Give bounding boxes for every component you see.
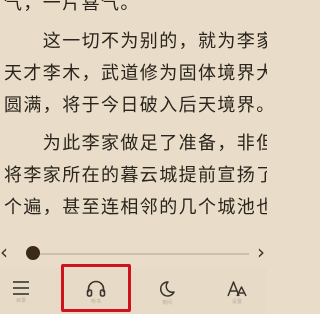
menu-icon xyxy=(13,281,29,295)
reader-content[interactable]: 气，一片喜气。 这一切不为别的，就为李家 天才李木，武道修为固体境界大 圆满，将… xyxy=(0,0,267,236)
bottom-toolbar: 目录 听书 夜间 设置 xyxy=(0,268,267,314)
headphones-icon xyxy=(86,280,106,297)
moon-icon xyxy=(159,281,175,297)
chevron-right-icon[interactable]: › xyxy=(257,242,265,262)
text-line: 气，一片喜气。 xyxy=(4,0,140,14)
night-mode-label: 夜间 xyxy=(161,300,172,306)
listen-button[interactable]: 听书 xyxy=(63,268,129,314)
catalog-button[interactable]: 目录 xyxy=(0,268,54,314)
text-line: 个遍，甚至连相邻的几个城池也 xyxy=(4,197,267,218)
progress-thumb[interactable] xyxy=(26,246,40,260)
text-line: 为此李家做足了准备，非但 xyxy=(4,133,267,154)
chapter-progress: ‹ › xyxy=(0,238,267,268)
text-line: 将李家所在的暮云城提前宣扬了 xyxy=(4,165,267,186)
text-line: 这一切不为别的，就为李家 xyxy=(4,31,267,52)
settings-label: 设置 xyxy=(231,299,242,305)
chevron-left-icon[interactable]: ‹ xyxy=(0,242,8,262)
progress-slider[interactable] xyxy=(26,253,249,255)
font-size-icon xyxy=(227,281,247,297)
text-line: 天才李木，武道修为固体境界大 xyxy=(4,63,267,84)
night-mode-button[interactable]: 夜间 xyxy=(134,268,200,314)
catalog-label: 目录 xyxy=(15,298,26,304)
settings-button[interactable]: 设置 xyxy=(204,268,270,314)
text-line: 圆满，将于今日破入后天境界。 xyxy=(4,95,267,116)
listen-label: 听书 xyxy=(90,299,101,305)
